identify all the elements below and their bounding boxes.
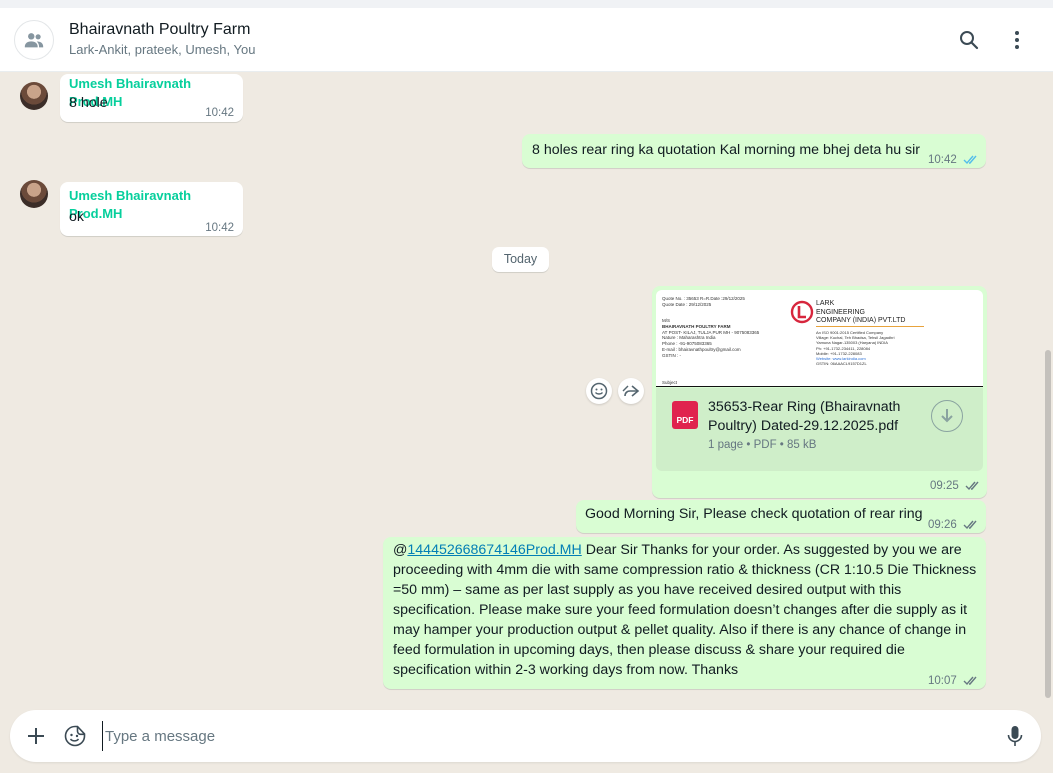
scrollbar-thumb[interactable] bbox=[1045, 350, 1051, 698]
menu-icon bbox=[1015, 31, 1019, 49]
mention-link[interactable]: 144452668674146Prod.MH bbox=[407, 542, 581, 558]
message-bubble[interactable]: Good Morning Sir, Please check quotation… bbox=[576, 500, 986, 533]
sticker-button[interactable] bbox=[62, 723, 88, 749]
message-meta: 10:42 bbox=[928, 150, 979, 170]
top-strip bbox=[0, 0, 1053, 8]
message-bubble[interactable]: Umesh Bhairavnath Prod.MH ok 10:42 bbox=[60, 182, 243, 236]
message-time: 09:26 bbox=[928, 519, 957, 531]
chat-title[interactable]: Bhairavnath Poultry Farm bbox=[69, 21, 250, 39]
group-avatar[interactable] bbox=[14, 20, 54, 60]
composer-bar bbox=[0, 705, 1053, 773]
delivered-ticks-icon bbox=[965, 482, 979, 491]
chat-participants[interactable]: Lark-Ankit, prateek, Umesh, You bbox=[69, 42, 255, 57]
mention-prefix: @ bbox=[393, 542, 408, 558]
preview-quote-line: Quote No. : 35653 R=R.Date :29/12/2025 bbox=[662, 296, 745, 301]
preview-quote-info: Quote No. : 35653 R=R.Date :29/12/2025 Q… bbox=[662, 296, 745, 307]
document-name[interactable]: 35653-Rear Ring (Bhairavnath Poultry) Da… bbox=[708, 398, 923, 436]
message-time: 10:42 bbox=[928, 154, 957, 166]
menu-button[interactable] bbox=[1004, 27, 1030, 53]
delivered-ticks-icon bbox=[963, 677, 977, 686]
forward-icon bbox=[622, 385, 640, 397]
message-text: 8 hole bbox=[69, 95, 108, 111]
message-time: 10:42 bbox=[205, 222, 234, 234]
preview-line: LARK bbox=[816, 300, 835, 307]
message-time: 09:25 bbox=[930, 480, 959, 492]
message-text-block: @144452668674146Prod.MH Dear Sir Thanks … bbox=[393, 540, 979, 680]
document-meta: 1 page • PDF • 85 kB bbox=[708, 439, 817, 451]
search-icon bbox=[960, 31, 979, 50]
message-text: Good Morning Sir, Please check quotation… bbox=[585, 506, 923, 522]
message-time: 10:07 bbox=[928, 675, 957, 687]
read-ticks-icon bbox=[963, 156, 977, 165]
react-button[interactable] bbox=[586, 378, 612, 404]
message-meta: 09:25 bbox=[930, 480, 981, 492]
preview-line: Yamuna Nagar-135003 (Haryana) INDIA bbox=[816, 340, 888, 346]
attach-button[interactable] bbox=[23, 723, 49, 749]
preview-line: GSTIN : - bbox=[662, 352, 681, 358]
search-button[interactable] bbox=[956, 27, 982, 53]
forward-button[interactable] bbox=[618, 378, 644, 404]
avatar[interactable] bbox=[20, 82, 48, 110]
message-text: Dear Sir Thanks for your order. As sugge… bbox=[393, 542, 977, 678]
document-preview[interactable]: Quote No. : 35653 R=R.Date :29/12/2025 Q… bbox=[656, 290, 983, 387]
pdf-file-icon: PDF bbox=[672, 401, 698, 429]
download-icon bbox=[941, 409, 953, 423]
document-card[interactable]: PDF 35653-Rear Ring (Bhairavnath Poultry… bbox=[656, 388, 983, 471]
message-meta: 10:07 bbox=[928, 671, 979, 691]
emoji-icon bbox=[590, 382, 608, 400]
composer bbox=[10, 710, 1041, 762]
message-text: 8 holes rear ring ka quotation Kal morni… bbox=[532, 142, 921, 158]
message-input[interactable] bbox=[102, 721, 982, 751]
plus-icon bbox=[28, 728, 44, 744]
message-bubble[interactable]: Umesh Bhairavnath Prod.MH 8 hole 10:42 bbox=[60, 74, 243, 122]
message-text: ok bbox=[69, 209, 84, 225]
message-meta: 09:26 bbox=[928, 515, 979, 535]
sticker-icon bbox=[64, 725, 86, 747]
avatar[interactable] bbox=[20, 180, 48, 208]
preview-line: GSTIN: 06AAACL9157D1ZL bbox=[816, 361, 867, 367]
lark-logo-icon bbox=[790, 300, 814, 324]
message-time: 10:42 bbox=[205, 107, 234, 119]
voice-button[interactable] bbox=[1002, 723, 1028, 749]
message-bubble[interactable]: 8 holes rear ring ka quotation Kal morni… bbox=[522, 134, 986, 168]
preview-company: LARK ENGINEERING COMPANY (INDIA) PVT.LTD bbox=[816, 300, 905, 326]
preview-to-block: M/S BHAIRAVNATH POULTRY FARM AT POST- KI… bbox=[662, 318, 759, 359]
preview-line: ENGINEERING bbox=[816, 308, 866, 316]
preview-quote-date: Quote Date : 29/12/2025 bbox=[662, 301, 712, 307]
microphone-icon bbox=[1007, 726, 1023, 746]
preview-line: COMPANY (INDIA) PVT.LTD bbox=[816, 317, 906, 325]
preview-address: An ISO 9001:2015 Certified Company Villa… bbox=[816, 330, 895, 366]
preview-subject: Subject bbox=[662, 380, 678, 385]
day-separator: Today bbox=[492, 247, 549, 272]
download-button[interactable] bbox=[931, 400, 963, 432]
delivered-ticks-icon bbox=[963, 521, 977, 530]
message-bubble[interactable]: @144452668674146Prod.MH Dear Sir Thanks … bbox=[383, 537, 986, 689]
group-icon bbox=[24, 33, 44, 48]
preview-divider bbox=[816, 326, 924, 327]
chat-header: Bhairavnath Poultry Farm Lark-Ankit, pra… bbox=[0, 8, 1053, 72]
